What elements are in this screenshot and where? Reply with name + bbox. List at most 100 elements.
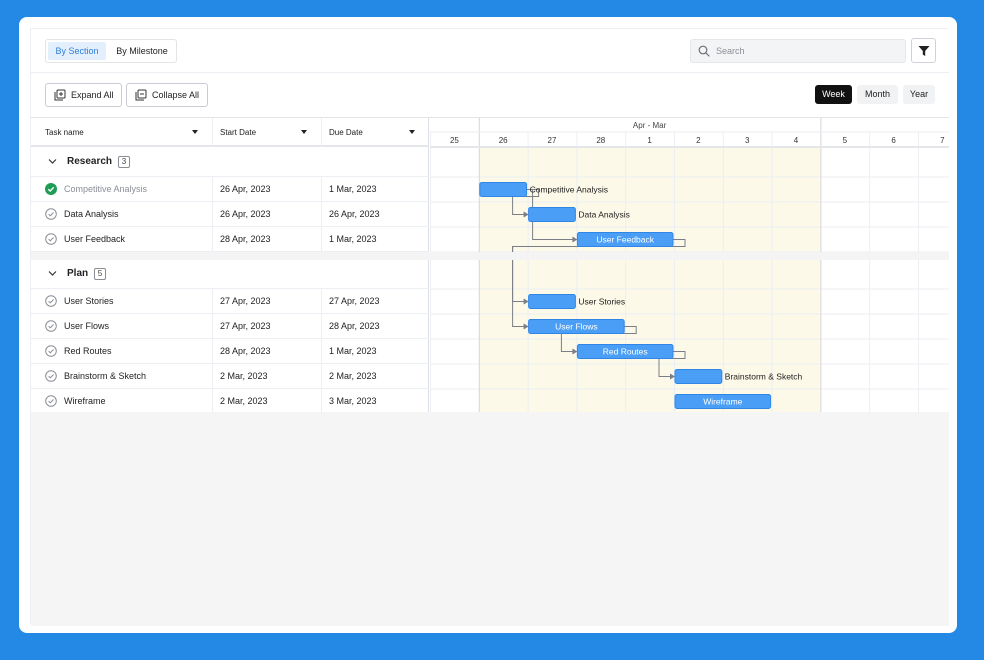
table-row[interactable]: Competitive Analysis 26 Apr, 2023 1 Mar, 2… — [31, 177, 429, 202]
gantt-bar[interactable] — [674, 369, 723, 384]
table-row[interactable]: Brainstorm & Sketch 2 Mar, 2023 2 Mar, 202… — [31, 364, 429, 389]
day-label: 3 — [745, 136, 750, 145]
expand-icon — [54, 89, 66, 101]
day-label: 2 — [696, 136, 701, 145]
task-name-cell: User Stories — [45, 289, 212, 313]
task-name-cell: Red Routes — [45, 339, 212, 363]
start-date-cell: 26 Apr, 2023 — [212, 202, 321, 226]
task-name: User Stories — [64, 296, 114, 306]
table-row[interactable]: User Feedback 28 Apr, 2023 1 Mar, 2023 — [31, 227, 429, 252]
day-label: 1 — [647, 136, 652, 145]
gantt-card: By Section By Milestone Expand All — [19, 17, 957, 633]
task-name-cell: User Flows — [45, 314, 212, 338]
day-label: 7 — [940, 136, 945, 145]
sort-caret-icon — [409, 130, 415, 134]
section-header[interactable]: Plan 5 — [31, 260, 429, 289]
table-row[interactable]: User Stories 27 Apr, 2023 27 Apr, 2023 — [31, 289, 429, 314]
start-date-cell: 2 Mar, 2023 — [212, 364, 321, 388]
start-date-cell: 2 Mar, 2023 — [212, 389, 321, 413]
check-circle-icon[interactable] — [45, 208, 57, 220]
start-date: 26 Apr, 2023 — [220, 184, 271, 194]
check-circle-icon[interactable] — [45, 345, 57, 357]
due-date: 27 Apr, 2023 — [329, 296, 380, 306]
gantt-bar-label: Red Routes — [603, 347, 648, 357]
gantt-bar[interactable] — [479, 182, 528, 197]
check-circle-icon[interactable] — [45, 295, 57, 307]
due-date: 3 Mar, 2023 — [329, 396, 377, 406]
start-date: 2 Mar, 2023 — [220, 396, 268, 406]
expand-all-label: Expand All — [71, 90, 114, 100]
due-date-cell: 1 Mar, 2023 — [321, 177, 429, 201]
gantt-bar-label: Wireframe — [703, 397, 742, 407]
due-date-cell: 3 Mar, 2023 — [321, 389, 429, 413]
day-label: 26 — [499, 136, 508, 145]
check-circle-filled-icon[interactable] — [45, 183, 57, 195]
task-name-cell: Competitive Analysis — [45, 177, 212, 201]
column-header-due-date[interactable]: Due Date — [321, 118, 429, 147]
task-name: User Flows — [64, 321, 110, 331]
check-circle-icon[interactable] — [45, 233, 57, 245]
due-date-cell: 28 Apr, 2023 — [321, 314, 429, 338]
task-name-cell: User Feedback — [45, 227, 212, 251]
check-circle-icon[interactable] — [45, 370, 57, 382]
view-month-button[interactable]: Month — [857, 85, 898, 104]
search-icon — [698, 45, 710, 57]
section-title: Research — [67, 156, 113, 167]
gantt-bar-label: Data Analysis — [578, 210, 630, 220]
check-circle-icon[interactable] — [45, 320, 57, 332]
task-name-cell: Data Analysis — [45, 202, 212, 226]
timeline-chart: Apr - Mar 25 26 27 28 1 2 3 4 5 6 7 Competitive Anal… — [430, 118, 949, 415]
chevron-down-icon[interactable] — [48, 158, 57, 165]
due-date: 1 Mar, 2023 — [329, 184, 377, 194]
sort-caret-icon — [192, 130, 198, 134]
start-date-cell: 27 Apr, 2023 — [212, 314, 321, 338]
tab-by-milestone[interactable]: By Milestone — [109, 42, 175, 60]
table-row[interactable]: Wireframe 2 Mar, 2023 3 Mar, 2023 — [31, 389, 429, 414]
table-row[interactable]: Red Routes 28 Apr, 2023 1 Mar, 2023 — [31, 339, 429, 364]
due-date: 26 Apr, 2023 — [329, 209, 380, 219]
chevron-down-icon[interactable] — [48, 270, 57, 277]
table-row[interactable]: User Flows 27 Apr, 2023 28 Apr, 2023 — [31, 314, 429, 339]
section-title: Plan — [67, 268, 89, 279]
column-label: Task name — [45, 128, 84, 137]
due-date: 1 Mar, 2023 — [329, 346, 377, 356]
task-name-cell: Wireframe — [45, 389, 212, 413]
column-header-start-date[interactable]: Start Date — [212, 118, 321, 147]
start-date: 2 Mar, 2023 — [220, 371, 268, 381]
filter-button[interactable] — [911, 38, 936, 63]
view-year-button[interactable]: Year — [903, 85, 935, 104]
section-count-badge: 3 — [118, 156, 130, 168]
gantt-bar-label: User Feedback — [596, 235, 654, 245]
collapse-all-label: Collapse All — [152, 90, 200, 100]
gantt-bar[interactable] — [528, 207, 576, 222]
tab-by-section[interactable]: By Section — [48, 42, 106, 60]
column-header-task-name[interactable]: Task name — [31, 118, 212, 147]
start-date: 28 Apr, 2023 — [220, 234, 271, 244]
collapse-all-button[interactable]: Collapse All — [126, 83, 208, 107]
day-label: 5 — [843, 136, 848, 145]
due-date-cell: 27 Apr, 2023 — [321, 289, 429, 313]
start-date: 27 Apr, 2023 — [220, 321, 271, 331]
start-date-cell: 28 Apr, 2023 — [212, 339, 321, 363]
table-row[interactable]: Data Analysis 26 Apr, 2023 26 Apr, 2023 — [31, 202, 429, 227]
due-date-cell: 2 Mar, 2023 — [321, 364, 429, 388]
start-date: 28 Apr, 2023 — [220, 346, 271, 356]
group-by-toggle: By Section By Milestone — [45, 39, 177, 63]
task-name: Brainstorm & Sketch — [64, 371, 147, 381]
gantt-grid: Task name Start Date Due Date Research 3 C… — [31, 117, 949, 626]
gantt-bar-label: Brainstorm & Sketch — [725, 372, 803, 382]
start-date: 27 Apr, 2023 — [220, 296, 271, 306]
gantt-bar-label: Competitive Analysis — [530, 185, 608, 195]
task-name: Data Analysis — [64, 209, 119, 219]
empty-area — [31, 412, 949, 626]
view-week-button[interactable]: Week — [815, 85, 852, 104]
expand-all-button[interactable]: Expand All — [45, 83, 122, 107]
start-date: 26 Apr, 2023 — [220, 209, 271, 219]
due-date-cell: 1 Mar, 2023 — [321, 227, 429, 251]
gantt-bar[interactable] — [528, 294, 576, 309]
due-date-cell: 26 Apr, 2023 — [321, 202, 429, 226]
check-circle-icon[interactable] — [45, 395, 57, 407]
search-input[interactable] — [716, 44, 896, 58]
section-header[interactable]: Research 3 — [31, 148, 429, 177]
day-label: 28 — [596, 136, 605, 145]
